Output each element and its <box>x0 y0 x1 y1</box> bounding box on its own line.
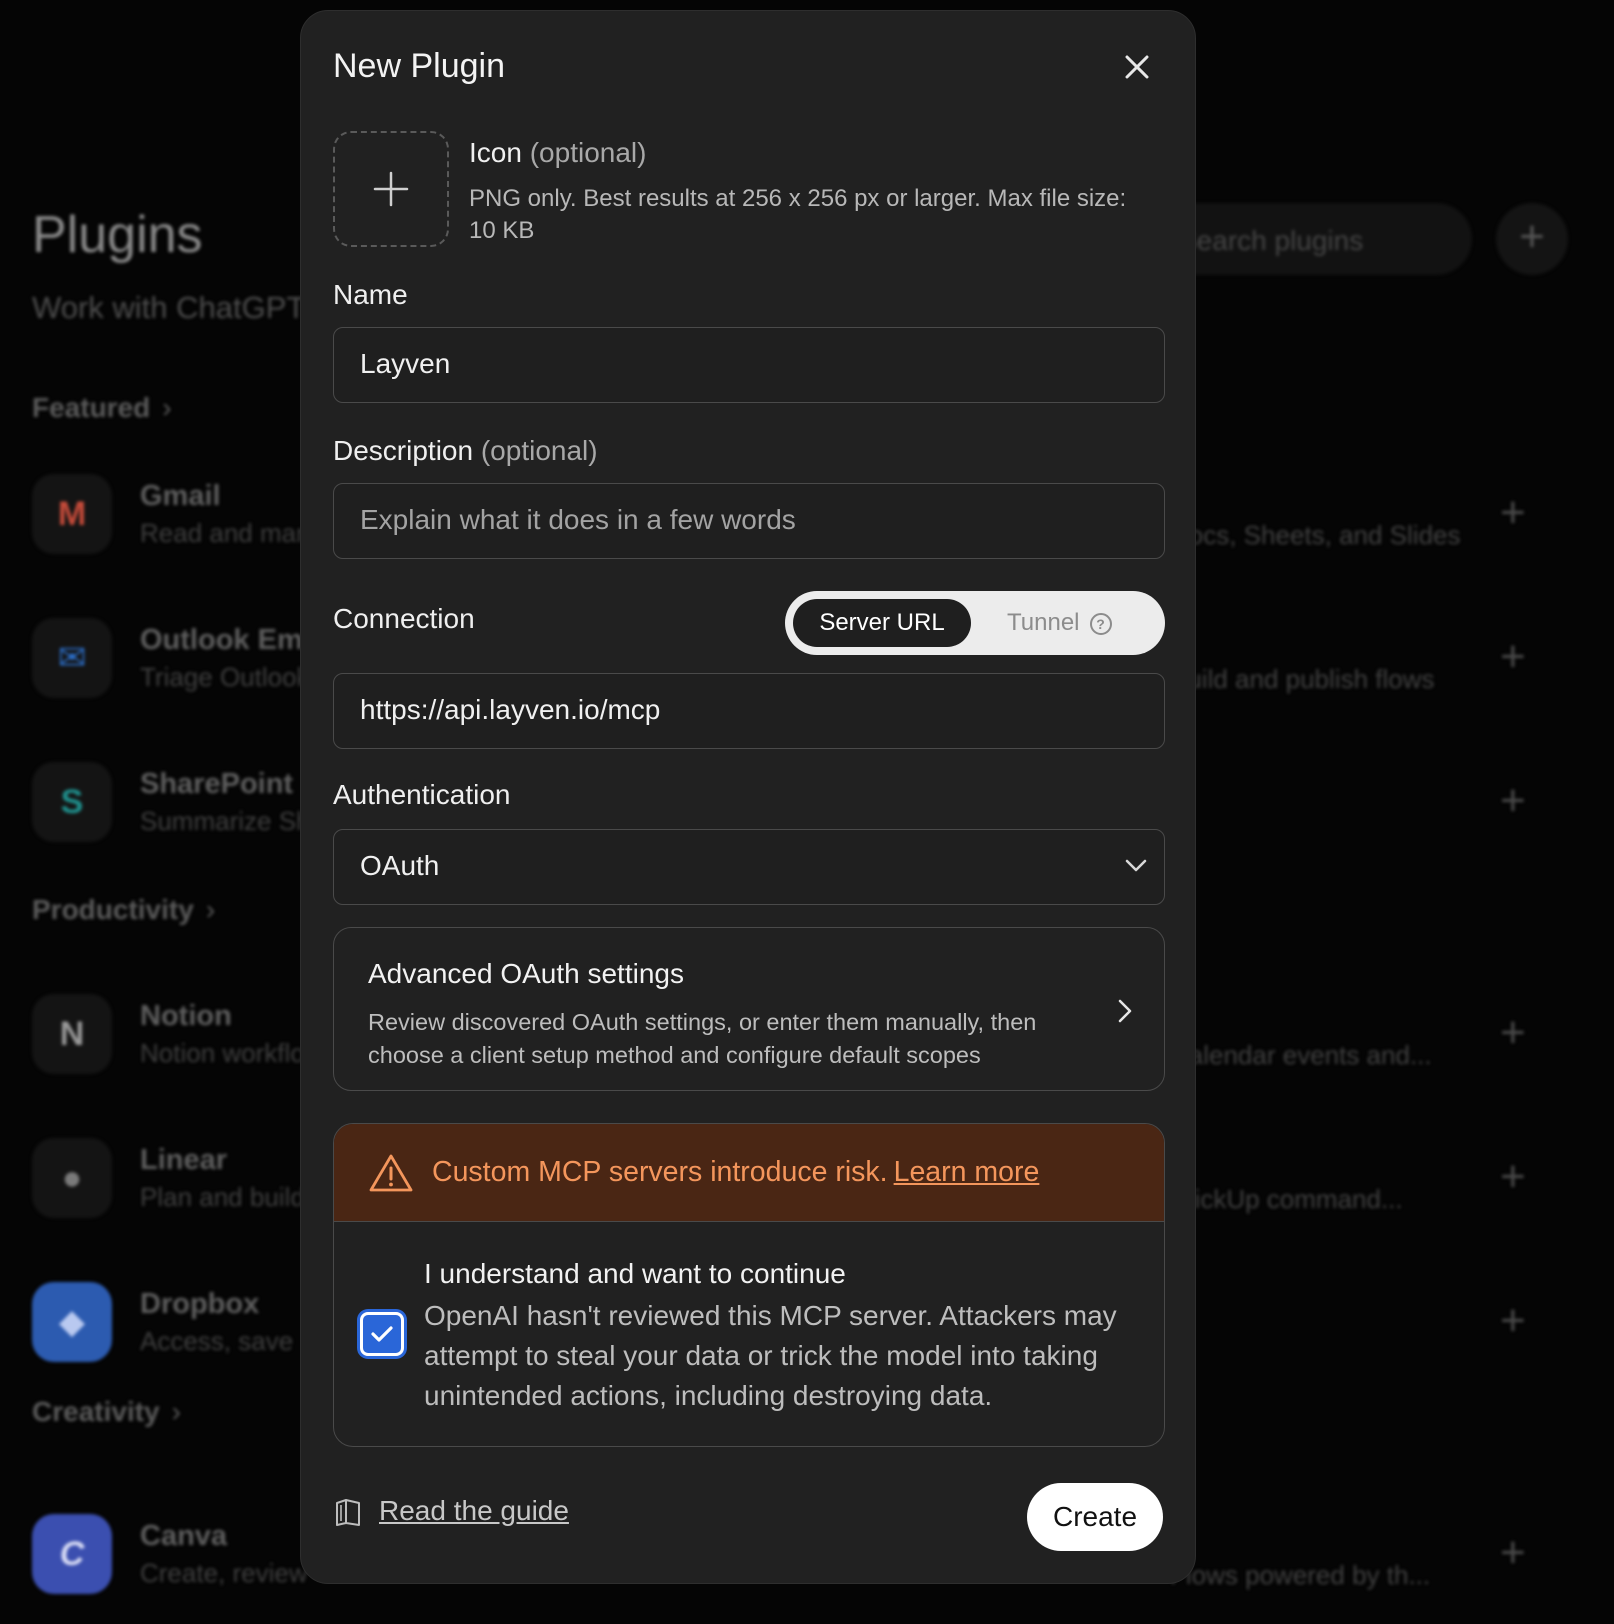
warning-text: Custom MCP servers introduce risk. Learn … <box>432 1156 1040 1188</box>
app-desc: Create, review <box>140 1558 308 1588</box>
section-creativity[interactable]: Creativity › <box>32 1396 181 1428</box>
description-label: Description (optional) <box>333 435 598 466</box>
dropbox-icon: ◆ <box>32 1282 112 1362</box>
connection-toggle: Server URL Tunnel? <box>785 591 1165 655</box>
search-input[interactable]: Search plugins <box>1160 203 1472 275</box>
app-name: SharePoint <box>140 768 294 800</box>
section-productivity[interactable]: Productivity › <box>32 894 215 926</box>
app-name: Linear <box>140 1144 228 1176</box>
plus-icon <box>373 171 409 207</box>
app-desc: Docs, Sheets, and Slides <box>1170 520 1461 550</box>
app-name: Canva <box>140 1520 228 1552</box>
add-app-button[interactable]: + <box>1500 1152 1526 1202</box>
app-desc: ClickUp command... <box>1170 1184 1403 1214</box>
server-url-field[interactable]: https://api.layven.io/mcp <box>333 673 1165 749</box>
canva-icon: C <box>32 1514 112 1594</box>
risk-warning: Custom MCP servers introduce risk. Learn … <box>333 1123 1165 1447</box>
app-name: Gmail <box>140 480 221 512</box>
authentication-select[interactable]: OAuth <box>333 829 1165 905</box>
icon-upload-button[interactable] <box>333 131 449 247</box>
new-plugin-dialog: New Plugin Icon (optional) PNG only. Bes… <box>300 10 1196 1584</box>
app-name: Notion <box>140 1000 232 1032</box>
icon-help-text: PNG only. Best results at 256 x 256 px o… <box>469 185 1127 244</box>
app-desc: Build and publish flows <box>1170 664 1435 694</box>
advanced-oauth-desc: Review discovered OAuth settings, or ent… <box>368 1009 1037 1068</box>
section-featured[interactable]: Featured › <box>32 392 172 424</box>
check-icon <box>371 1326 393 1342</box>
add-plugin-button[interactable]: + <box>1496 203 1568 275</box>
warning-icon <box>369 1154 413 1192</box>
notion-icon: N <box>32 994 112 1074</box>
description-field[interactable]: Explain what it does in a few words <box>333 483 1165 559</box>
book-icon <box>336 1499 360 1526</box>
sharepoint-icon: S <box>32 762 112 842</box>
outlook-icon: ✉ <box>32 618 112 698</box>
app-desc: Plan and build <box>140 1182 305 1212</box>
name-field[interactable]: Layven <box>333 327 1165 403</box>
icon-label: Icon (optional) <box>469 137 647 168</box>
page-title: Plugins <box>32 206 203 264</box>
add-app-button[interactable]: + <box>1500 632 1526 682</box>
chevron-right-icon <box>1118 999 1132 1023</box>
connection-label: Connection <box>333 603 475 634</box>
app-desc: Access, save <box>140 1326 294 1356</box>
page-subtitle: Work with ChatGPT <box>32 290 306 325</box>
gmail-icon: M <box>32 474 112 554</box>
app-desc: Calendar events and... <box>1170 1040 1432 1070</box>
warning-banner: Custom MCP servers introduce risk. Learn … <box>334 1124 1164 1222</box>
advanced-oauth-title: Advanced OAuth settings <box>368 958 684 989</box>
name-label: Name <box>333 279 408 310</box>
acknowledge-desc: OpenAI hasn't reviewed this MCP server. … <box>424 1300 1117 1411</box>
acknowledge-checkbox[interactable] <box>360 1312 404 1356</box>
learn-more-link[interactable]: Learn more <box>894 1156 1040 1188</box>
add-app-button[interactable]: + <box>1500 776 1526 826</box>
create-button[interactable]: Create <box>1027 1483 1163 1551</box>
tunnel-option[interactable]: Tunnel? <box>991 599 1157 647</box>
add-app-button[interactable]: + <box>1500 1008 1526 1058</box>
help-icon: ? <box>1089 613 1112 635</box>
server-url-option[interactable]: Server URL <box>793 599 971 647</box>
dialog-title: New Plugin <box>333 47 505 85</box>
app-desc: Flows powered by th... <box>1170 1560 1431 1590</box>
acknowledge-title: I understand and want to continue <box>424 1258 846 1289</box>
add-app-button[interactable]: + <box>1500 1296 1526 1346</box>
advanced-oauth-settings-button[interactable]: Advanced OAuth settings Review discovere… <box>333 927 1165 1091</box>
guide-link-text: Read the guide <box>379 1495 569 1526</box>
close-icon[interactable] <box>1119 49 1155 85</box>
add-app-button[interactable]: + <box>1500 488 1526 538</box>
app-name: Dropbox <box>140 1288 260 1320</box>
authentication-label: Authentication <box>333 779 511 810</box>
authentication-value: OAuth <box>360 850 440 881</box>
chevron-down-icon <box>1125 859 1147 872</box>
linear-icon: ● <box>32 1138 112 1218</box>
add-app-button[interactable]: + <box>1500 1528 1526 1578</box>
